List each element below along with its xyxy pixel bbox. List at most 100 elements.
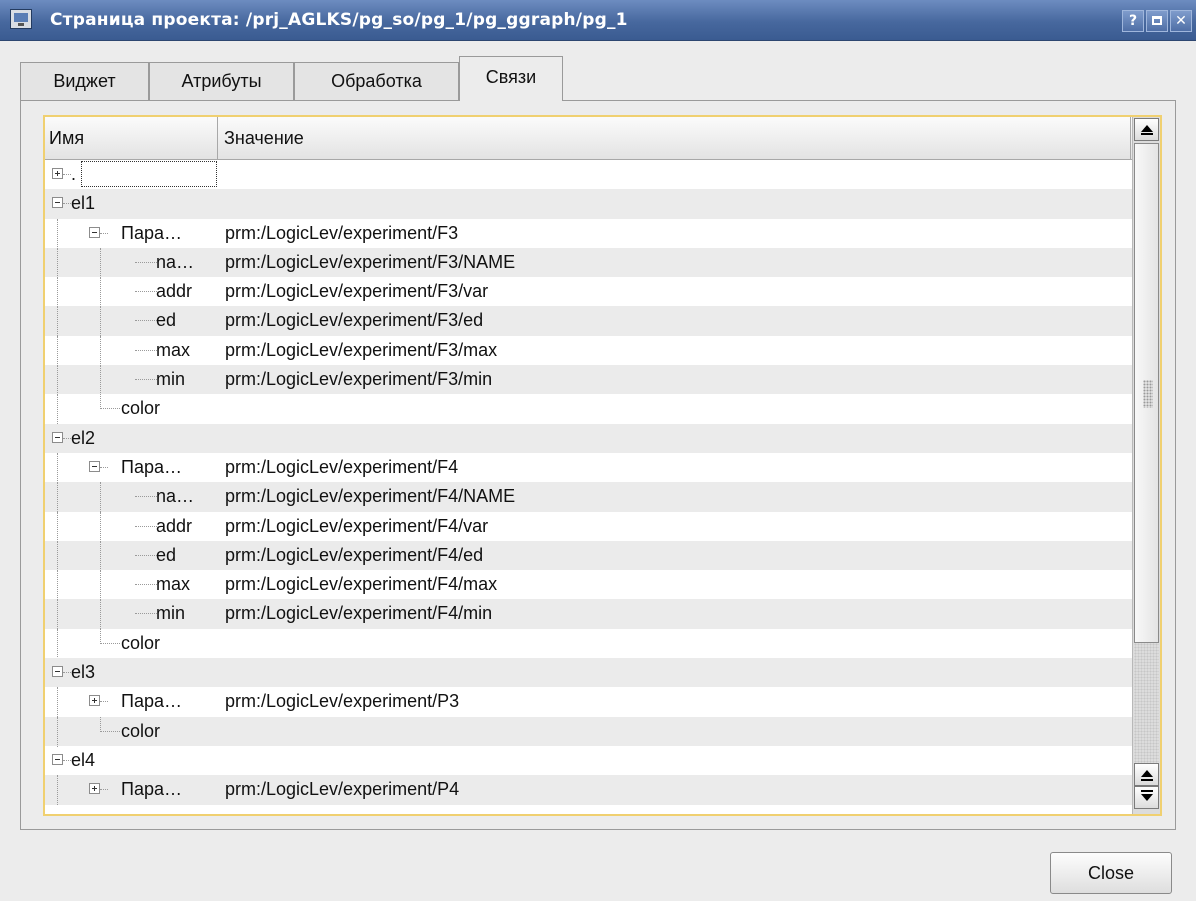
help-button[interactable]: ? [1122,10,1144,32]
tree-branch-line [135,379,157,381]
tree-row[interactable]: Пара… prm:/LogicLev/experiment/P4 [45,775,1132,806]
links-tree-view[interactable]: Имя Значение . el1 Пара… prm:/LogicLev/expe… [43,115,1162,816]
tree-item-value: prm:/LogicLev/experiment/F3/ed [225,310,484,331]
tree-row[interactable]: max prm:/LogicLev/experiment/F3/max [45,335,1132,366]
tree-item-value: prm:/LogicLev/experiment/P4 [225,779,460,800]
tree-item-name: min [156,603,186,624]
tree-branch-line [135,261,157,263]
collapse-minus-icon[interactable] [52,431,63,443]
tree-row[interactable]: min prm:/LogicLev/experiment/F3/min [45,365,1132,396]
grip-icon [1143,380,1153,408]
tree-row[interactable]: Пара… prm:/LogicLev/experiment/F3 [45,218,1132,249]
tree-item-value: prm:/LogicLev/experiment/F3 [225,222,459,243]
tree-branch-line [100,701,108,703]
column-header-value[interactable]: Значение [219,117,1131,159]
tree-guide-line [100,335,101,366]
tree-item-name: el4 [71,749,96,770]
collapse-minus-icon[interactable] [89,460,100,472]
tree-guide-line [100,716,101,732]
scroll-up-button[interactable] [1134,763,1159,786]
tree-guide-line [57,482,58,513]
collapse-minus-icon[interactable] [52,666,63,678]
tree-row[interactable]: color [45,394,1132,425]
tree-row[interactable]: . [45,160,1132,189]
scroll-down-button[interactable] [1134,786,1159,809]
tree-row[interactable]: min prm:/LogicLev/experiment/F4/min [45,599,1132,630]
tree-item-name: ed [156,310,177,331]
tree-row[interactable]: Пара… prm:/LogicLev/experiment/P3 [45,687,1132,718]
tree-branch-line [135,584,157,586]
collapse-minus-icon[interactable] [52,197,63,209]
expand-plus-icon[interactable] [52,168,63,179]
tree-item-value: prm:/LogicLev/experiment/F3/max [225,339,498,360]
column-header-name[interactable]: Имя [45,117,218,159]
tree-item-value: prm:/LogicLev/experiment/F4/max [225,574,498,595]
tree-guide-line [100,482,101,513]
close-button[interactable]: Close [1050,852,1172,894]
tree-guide-line [57,570,58,601]
tree-guide-line [100,628,101,644]
tree-guide-line [57,540,58,571]
tree-guide-line [100,247,101,278]
tree-guide-line [100,599,101,630]
tree-row[interactable]: el2 [45,423,1132,453]
tree-item-name: min [156,369,186,390]
tree-branch-line [135,349,157,351]
maximize-button[interactable] [1146,10,1168,32]
tree-branch-line [135,496,157,498]
tree-rows: . el1 Пара… prm:/LogicLev/experiment/F3 na… p… [45,160,1132,814]
tab-links[interactable]: Связи [459,56,563,101]
tree-branch-line [135,291,157,293]
tree-row[interactable]: color [45,628,1132,659]
tree-guide-line [57,452,58,483]
tree-row[interactable]: color [45,716,1132,747]
tree-item-name: el3 [71,662,96,683]
tree-guide-line [57,628,58,659]
tab-widget[interactable]: Виджет [20,62,149,100]
tree-row[interactable]: el4 [45,746,1132,775]
tree-item-name: . [71,164,77,184]
scroll-up-top-button[interactable] [1134,118,1159,141]
tree-row[interactable]: ed prm:/LogicLev/experiment/F4/ed [45,540,1132,571]
tree-guide-line [57,218,58,249]
tree-item-value: prm:/LogicLev/experiment/F3/min [225,369,493,390]
expand-plus-icon[interactable] [89,695,100,707]
tree-row[interactable]: ed prm:/LogicLev/experiment/F3/ed [45,306,1132,337]
scrollbar-track[interactable] [1134,643,1159,763]
tree-guide-line [57,365,58,396]
tree-guide-line [57,511,58,542]
title-bar[interactable]: Страница проекта: /prj_AGLKS/pg_so/pg_1/… [0,0,1196,41]
tree-item-name: max [156,339,191,360]
tree-guide-line [100,511,101,542]
tree-branch-line [100,232,108,234]
tree-branch-line [63,672,71,674]
tree-branch-line [100,642,120,644]
tree-item-value: prm:/LogicLev/experiment/F4/var [225,515,489,536]
tree-row[interactable]: el3 [45,658,1132,688]
focus-indicator [81,161,217,187]
tab-processing[interactable]: Обработка [294,62,459,100]
tree-branch-line [135,613,157,615]
tree-branch-line [100,466,108,468]
scrollbar-thumb[interactable] [1134,143,1159,643]
tree-row[interactable]: max prm:/LogicLev/experiment/F4/max [45,570,1132,601]
tree-row[interactable]: Пара… prm:/LogicLev/experiment/F4 [45,452,1132,483]
expand-plus-icon[interactable] [89,783,100,795]
tree-row[interactable]: addr prm:/LogicLev/experiment/F4/var [45,511,1132,542]
tree-item-name: color [121,720,161,741]
tree-item-name: Пара… [121,222,182,243]
tab-attributes[interactable]: Атрибуты [149,62,294,100]
tree-row[interactable]: el1 [45,189,1132,219]
tree-row[interactable]: addr prm:/LogicLev/experiment/F3/var [45,277,1132,308]
tree-item-name: ed [156,544,177,565]
tree-item-value: prm:/LogicLev/experiment/F4/NAME [225,486,516,507]
collapse-minus-icon[interactable] [89,226,100,238]
collapse-minus-icon[interactable] [52,753,63,765]
tree-row[interactable]: na… prm:/LogicLev/experiment/F3/NAME [45,247,1132,278]
vertical-scrollbar[interactable] [1132,117,1160,814]
window-close-button[interactable]: ✕ [1170,10,1192,32]
tree-branch-line [63,203,71,205]
tree-item-name: color [121,632,161,653]
tree-branch-line [100,408,120,410]
tree-row[interactable]: na… prm:/LogicLev/experiment/F4/NAME [45,482,1132,513]
